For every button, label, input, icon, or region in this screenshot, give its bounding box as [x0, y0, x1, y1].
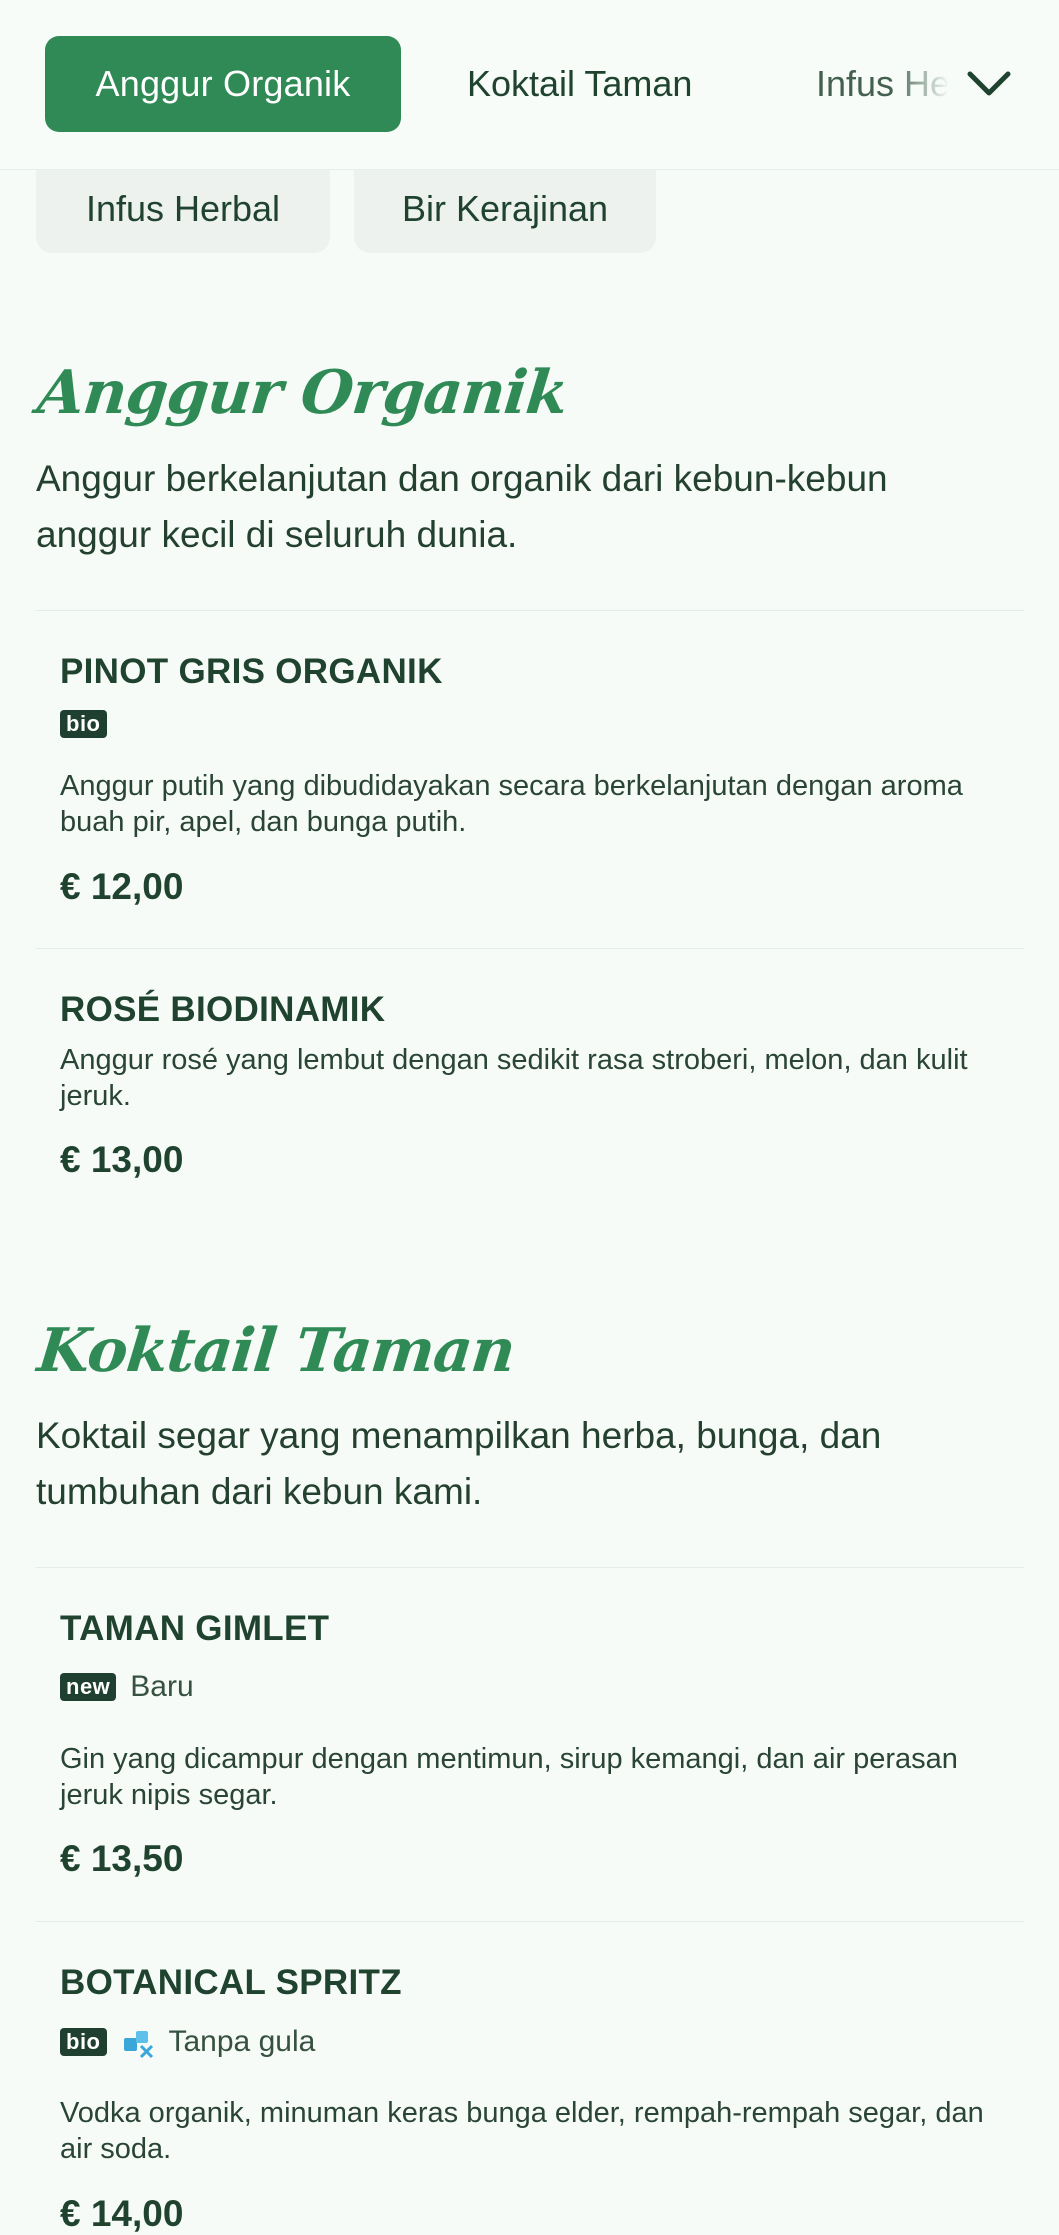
- divider: [36, 948, 1024, 949]
- chip-bir-kerajinan[interactable]: Bir Kerajinan: [354, 165, 656, 253]
- divider: [36, 1921, 1024, 1922]
- chevron-down-icon[interactable]: [965, 62, 1013, 106]
- section-title: Anggur Organik: [34, 358, 571, 428]
- tab-infus-herbal[interactable]: Infus Herbal: [816, 36, 956, 132]
- chip-infus-herbal[interactable]: Infus Herbal: [36, 165, 330, 253]
- menu-item-name: ROSÉ BIODINAMIK: [60, 990, 386, 1029]
- section-description: Koktail segar yang menampilkan herba, bu…: [36, 1415, 882, 1512]
- divider: [36, 610, 1024, 611]
- menu-item-description: Anggur putih yang dibudidayakan secara b…: [60, 770, 963, 838]
- menu-item-description: Anggur rosé yang lembut dengan sedikit r…: [60, 1044, 968, 1112]
- menu-item-name: TAMAN GIMLET: [60, 1609, 330, 1648]
- menu-item-name: BOTANICAL SPRITZ: [60, 1963, 402, 2002]
- menu-item-description: Gin yang dicampur dengan mentimun, sirup…: [60, 1743, 958, 1811]
- menu-item-price: € 12,00: [60, 866, 184, 907]
- bio-badge: bio: [60, 2028, 107, 2056]
- section-description: Anggur berkelanjutan dan organik dari ke…: [36, 458, 888, 555]
- section-title: Koktail Taman: [34, 1316, 518, 1386]
- tag-label: Baru: [130, 1670, 194, 1703]
- sugar-cubes-icon: [121, 2025, 155, 2059]
- menu-item-tags: new Baru: [60, 1670, 194, 1704]
- menu-item-price: € 13,00: [60, 1139, 184, 1180]
- tag-label: Tanpa gula: [168, 2025, 316, 2058]
- tab-anggur-organik[interactable]: Anggur Organik: [45, 36, 401, 132]
- new-badge: new: [60, 1673, 117, 1701]
- divider: [36, 1567, 1024, 1568]
- menu-item-price: € 13,50: [60, 1838, 184, 1879]
- menu-item-description: Vodka organik, minuman keras bunga elder…: [60, 2097, 984, 2165]
- menu-item-tags: bio Tanpa gula: [60, 2025, 315, 2059]
- menu-item-price: € 14,00: [60, 2193, 184, 2234]
- bio-badge: bio: [60, 710, 107, 738]
- tab-koktail-taman[interactable]: Koktail Taman: [467, 36, 692, 132]
- category-nav: Anggur Organik Koktail Taman Infus Herba…: [0, 0, 1059, 170]
- menu-item-name: PINOT GRIS ORGANIK: [60, 652, 443, 691]
- menu-item-tags: bio: [60, 707, 107, 741]
